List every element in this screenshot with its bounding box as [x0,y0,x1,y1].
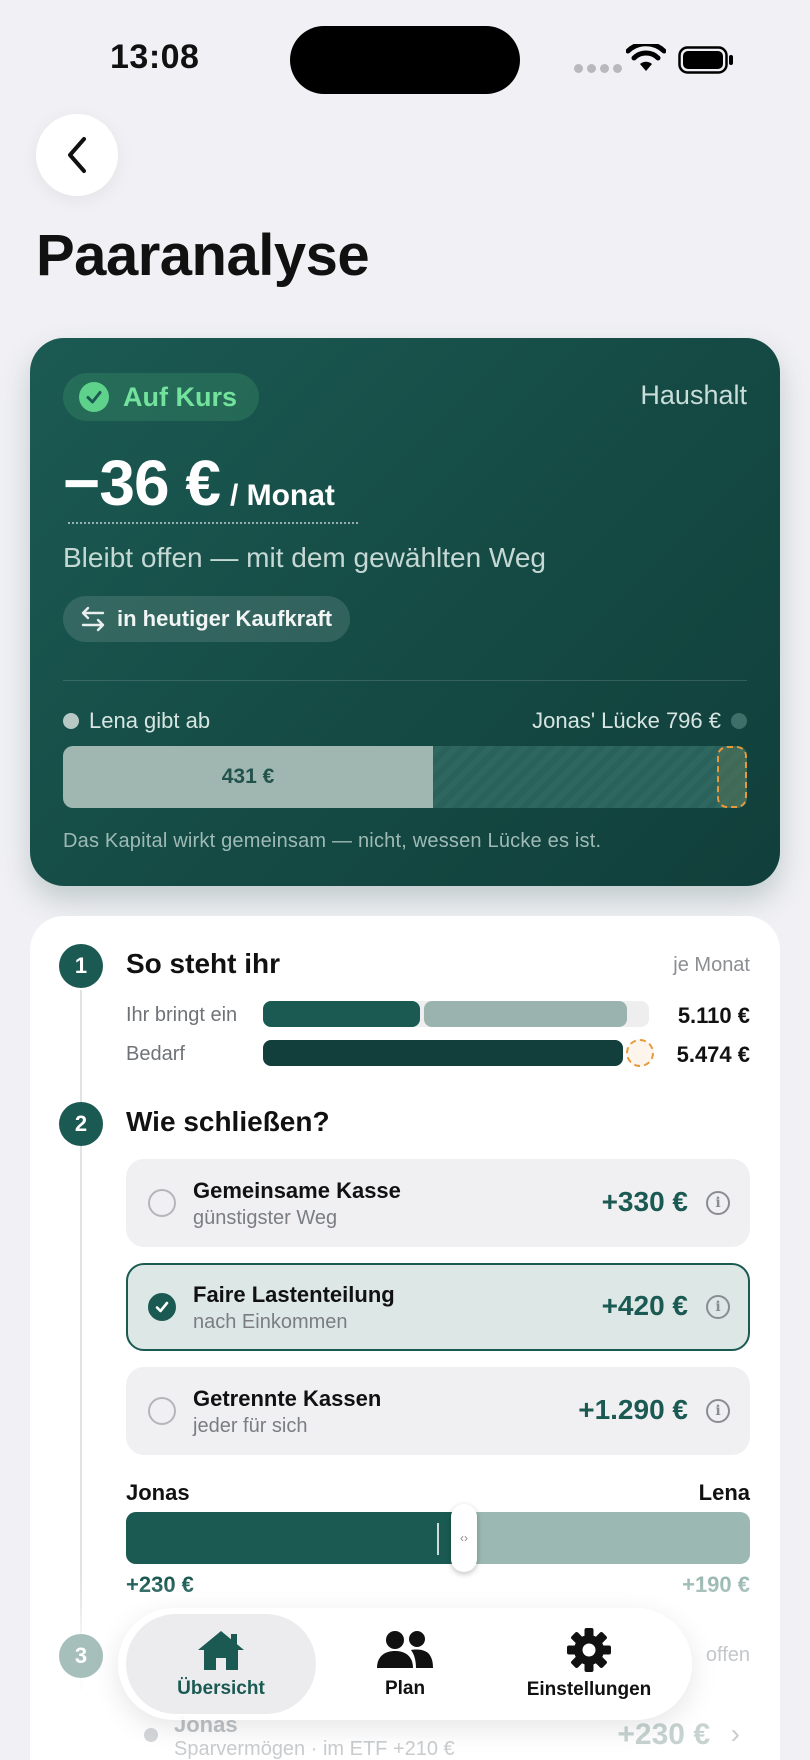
step-3-status: offen [705,1644,750,1666]
split-slider-handle[interactable]: ‹› [451,1504,477,1572]
legend-dot [731,713,747,729]
option-name: Gemeinsame Kasse [193,1178,401,1203]
need-bar-fill [263,1040,623,1066]
lena-contribution-fill: 431 € [63,746,434,808]
tab-plan[interactable]: Plan [310,1614,500,1714]
status-time: 13:08 [110,38,200,76]
check-icon [155,1301,169,1313]
info-icon[interactable]: i [706,1399,730,1423]
tab-bar: Übersicht Plan Einstellungen [118,1608,692,1720]
tab-overview[interactable]: Übersicht [126,1614,316,1714]
legend-lena: Lena gibt ab [63,708,210,734]
list-item-dot [144,1728,158,1742]
legend-jonas: Jonas' Lücke 796 € [532,708,747,734]
split-right-name: Lena [698,1480,750,1505]
step-2-title: Wie schließen? [126,1106,330,1137]
split-left-name: Jonas [126,1480,190,1505]
home-icon [198,1631,244,1670]
remaining-gap-marker [717,746,747,808]
step-2-number: 2 [59,1102,103,1146]
list-item-sub: Sparvermögen · im ETF +210 € [174,1738,455,1760]
status-bar: 13:08 [0,0,810,110]
option-sub: jeder für sich [193,1415,308,1437]
back-button[interactable] [36,114,118,196]
radio-fair-split[interactable] [148,1293,176,1321]
capital-note: Das Kapital wirkt gemeinsam — nicht, wes… [63,830,602,852]
per-month-label: je Monat [673,954,750,976]
option-value: +420 € [601,1290,688,1321]
divider [63,680,747,681]
amount-subtitle: Bleibt offen — mit dem gewählten Weg [63,542,546,573]
split-slider-fill [126,1512,468,1564]
amount-period: / Monat [229,479,335,512]
option-sub: nach Einkommen [193,1311,348,1333]
people-icon [377,1631,433,1668]
income-label: Ihr bringt ein [126,1004,238,1026]
option-value: +1.290 € [578,1394,688,1425]
income-bar-lena [424,1001,627,1027]
income-bar [263,1001,649,1027]
gap-coverage-bar: 431 € [63,746,747,808]
tab-plan-label: Plan [384,1678,426,1699]
radio-joint-account[interactable] [148,1189,176,1217]
radio-separate-accounts[interactable] [148,1397,176,1425]
info-icon[interactable]: i [706,1295,730,1319]
step-1-number: 1 [59,944,103,988]
tab-settings[interactable]: Einstellungen [494,1614,684,1714]
scope-label: Haushalt [640,380,747,410]
tab-settings-label: Einstellungen [526,1679,652,1700]
open-amount[interactable]: −36 € [63,446,221,520]
income-bar-jonas [263,1001,420,1027]
chevron-left-icon [68,137,86,173]
summary-card: Auf Kurs Haushalt −36 € / Monat Bleibt o… [30,338,780,886]
option-separate-accounts[interactable]: Getrennte Kassen jeder für sich +1.290 €… [126,1367,750,1455]
option-sub: günstigster Weg [193,1207,338,1229]
status-badge-label: Auf Kurs [123,381,237,412]
battery-icon [678,46,733,74]
info-icon[interactable]: i [706,1191,730,1215]
need-bar [263,1039,654,1067]
page-title: Paaranalyse [36,223,370,288]
check-circle-icon [79,382,109,412]
income-value: 5.110 € [677,1003,750,1028]
legend-jonas-label: Jonas' Lücke 796 € [532,708,721,733]
amount-row: −36 € / Monat [63,446,335,520]
contribution-label: 431 € [221,765,275,788]
option-joint-account[interactable]: Gemeinsame Kasse günstigster Weg +330 € … [126,1159,750,1247]
dynamic-island [290,26,520,94]
need-label: Bedarf [126,1043,185,1065]
need-gap-marker [626,1039,654,1067]
chevron-right-icon[interactable]: › [731,1718,740,1750]
legend-dot [63,713,79,729]
option-name: Faire Lastenteilung [193,1282,395,1307]
purchasing-power-toggle[interactable]: in heutiger Kaufkraft [63,596,351,642]
option-fair-split[interactable]: Faire Lastenteilung nach Einkommen +420 … [126,1263,750,1351]
list-item-value[interactable]: +230 € [617,1718,710,1752]
step-3-number: 3 [59,1634,103,1678]
split-reference-tick [437,1523,439,1555]
wifi-icon [626,44,666,71]
amount-underline [68,522,358,524]
tab-overview-label: Übersicht [177,1678,265,1699]
swap-arrows-icon [81,606,105,632]
step-1-title: So steht ihr [126,948,281,979]
cellular-signal-icon [574,64,622,73]
option-value: +330 € [601,1186,688,1217]
purchasing-power-label: in heutiger Kaufkraft [117,606,333,631]
gear-icon [567,1628,611,1672]
option-name: Getrennte Kassen [193,1386,382,1411]
status-badge: Auf Kurs [63,373,259,421]
legend-lena-label: Lena gibt ab [89,708,211,733]
need-value: 5.474 € [676,1042,750,1067]
